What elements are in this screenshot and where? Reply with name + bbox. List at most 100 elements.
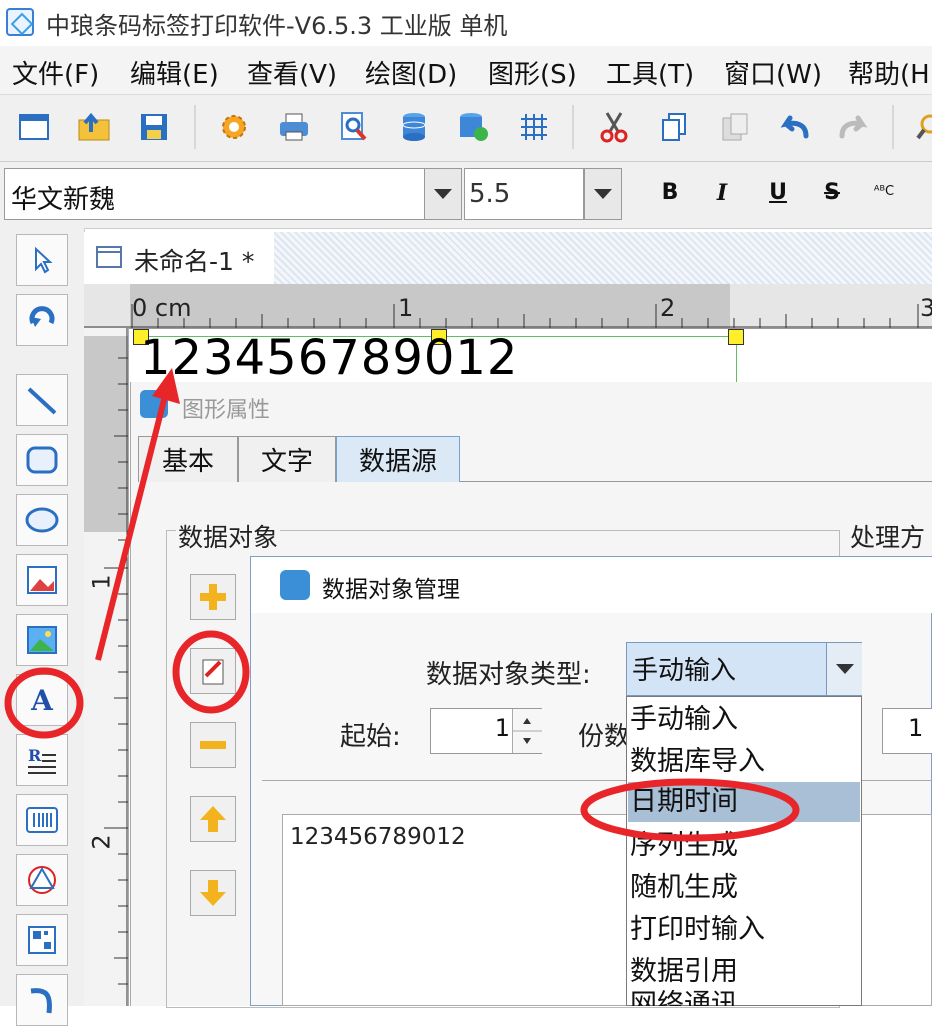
database-link-icon[interactable] [454, 107, 494, 147]
option-network[interactable]: 网络通讯 [628, 990, 860, 1006]
menu-shape[interactable]: 图形(S) [488, 54, 577, 91]
font-name-field[interactable]: 华文新魏 [4, 168, 426, 220]
tab-text[interactable]: 文字 [238, 436, 336, 482]
shape-icon[interactable] [16, 854, 68, 906]
database-icon[interactable] [394, 107, 434, 147]
chevron-down-icon [594, 189, 612, 199]
canvas-text-object[interactable]: 123456789012 [140, 330, 518, 386]
document-icon [96, 246, 122, 268]
start-value: 1 [494, 714, 510, 742]
qrcode-icon[interactable] [16, 914, 68, 966]
app-logo-icon [280, 570, 310, 600]
copy-icon[interactable] [654, 107, 694, 147]
option-date-time[interactable]: 日期时间 [628, 782, 860, 822]
resize-handle[interactable] [728, 329, 744, 345]
add-button[interactable] [190, 574, 236, 620]
data-object-type-dropdown[interactable] [826, 643, 862, 695]
line-icon[interactable] [16, 374, 68, 426]
move-down-button[interactable] [190, 870, 236, 916]
copies-value: 1 [908, 714, 924, 742]
option-random[interactable]: 随机生成 [628, 868, 860, 908]
barcode-icon[interactable] [16, 794, 68, 846]
menu-view[interactable]: 查看(V) [247, 54, 337, 91]
data-object-type-value: 手动输入 [632, 656, 737, 686]
data-object-dialog-title: 数据对象管理 [322, 577, 460, 603]
menu-tools[interactable]: 工具(T) [606, 54, 694, 91]
chevron-down-icon [434, 189, 452, 199]
redo-icon[interactable] [834, 107, 874, 147]
ruler-mark: 2 [660, 294, 676, 322]
properties-dialog-title: 图形属性 [182, 398, 271, 423]
start-label: 起始: [340, 722, 401, 752]
rounded-rect-icon[interactable] [16, 434, 68, 486]
menu-draw[interactable]: 绘图(D) [365, 54, 457, 91]
search-icon[interactable] [908, 107, 932, 147]
print-preview-icon[interactable] [334, 107, 374, 147]
data-object-group-label: 数据对象 [176, 518, 281, 554]
rich-text-icon[interactable]: R [16, 734, 68, 786]
menu-help[interactable]: 帮助(H [848, 54, 930, 91]
start-spinner[interactable] [512, 709, 542, 753]
menu-bar: 文件(F) 编辑(E) 查看(V) 绘图(D) 图形(S) 工具(T) 窗口(W… [0, 46, 932, 94]
ruler-mark: 1 [398, 294, 414, 322]
save-icon[interactable] [134, 107, 174, 147]
underline-button[interactable]: U [760, 180, 796, 205]
font-size-dropdown[interactable] [584, 168, 622, 220]
font-name-value: 华文新魏 [11, 185, 116, 215]
option-sequence[interactable]: 序列生成 [628, 826, 860, 866]
menu-file[interactable]: 文件(F) [12, 54, 99, 91]
grid-icon[interactable] [514, 107, 554, 147]
option-database-import[interactable]: 数据库导入 [628, 742, 860, 782]
menu-edit[interactable]: 编辑(E) [130, 54, 219, 91]
document-title: 未命名-1 * [134, 247, 255, 276]
ellipse-icon[interactable] [16, 494, 68, 546]
print-icon[interactable] [274, 107, 314, 147]
tab-datasource[interactable]: 数据源 [336, 436, 460, 482]
process-group-label: 处理方 [850, 518, 926, 554]
cut-icon[interactable] [594, 107, 634, 147]
data-object-type-label: 数据对象类型: [426, 660, 591, 690]
horizontal-ruler-ticks [84, 304, 932, 328]
text-icon[interactable]: A [16, 674, 68, 726]
font-toolbar: 华文新魏 5.5 B I U S ᴬᴮC [0, 162, 932, 229]
copies-label: 份数 [578, 722, 631, 752]
superscript-button[interactable]: ᴬᴮC [866, 184, 902, 199]
tool-palette: A R [0, 228, 85, 1026]
picture-icon[interactable] [16, 614, 68, 666]
ruler-mark: 1 [87, 574, 116, 590]
option-data-reference[interactable]: 数据引用 [628, 952, 860, 992]
menu-window[interactable]: 窗口(W) [724, 54, 822, 91]
option-input-at-print[interactable]: 打印时输入 [628, 910, 860, 950]
ruler-unit-label: 0 cm [132, 294, 192, 322]
italic-button[interactable]: I [704, 180, 740, 206]
new-window-icon[interactable] [14, 107, 54, 147]
open-folder-icon[interactable] [74, 107, 114, 147]
tab-basic[interactable]: 基本 [138, 436, 238, 482]
main-toolbar [0, 94, 932, 162]
chevron-down-icon [835, 664, 854, 674]
app-logo-icon [140, 390, 168, 418]
bold-button[interactable]: B [652, 180, 688, 205]
content-value: 123456789012 [290, 824, 466, 850]
ruler-mark: 3 [920, 294, 932, 322]
curve-icon[interactable] [16, 974, 68, 1026]
font-size-field[interactable]: 5.5 [464, 168, 584, 220]
ruler-mark: 2 [87, 834, 116, 850]
vertical-ruler-ticks [104, 328, 128, 1006]
copies-input[interactable] [882, 708, 932, 754]
svg-text:R: R [28, 746, 42, 765]
image-icon[interactable] [16, 554, 68, 606]
remove-button[interactable] [190, 722, 236, 768]
font-name-dropdown[interactable] [424, 168, 462, 220]
rotate-icon[interactable] [16, 294, 68, 346]
settings-gear-icon[interactable] [214, 107, 254, 147]
paste-icon[interactable] [714, 107, 754, 147]
select-arrow-icon[interactable] [16, 234, 68, 286]
edit-button[interactable] [190, 648, 236, 694]
window-title: 中琅条码标签打印软件-V6.5.3 工业版 单机 [46, 12, 508, 40]
option-manual-input[interactable]: 手动输入 [628, 700, 860, 740]
undo-icon[interactable] [774, 107, 814, 147]
move-up-button[interactable] [190, 796, 236, 842]
font-size-value: 5.5 [469, 179, 511, 209]
strikethrough-button[interactable]: S [814, 180, 850, 205]
